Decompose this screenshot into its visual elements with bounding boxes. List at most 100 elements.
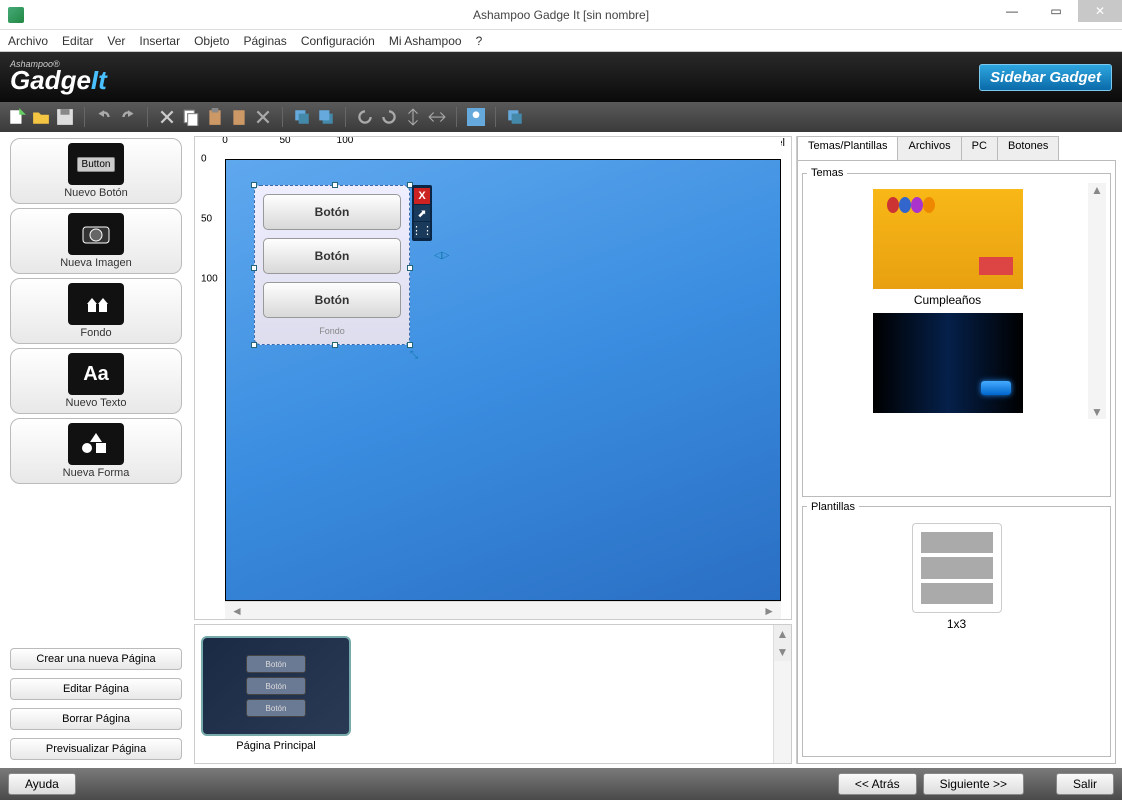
redo-icon[interactable]: [119, 108, 137, 126]
undo-icon[interactable]: [95, 108, 113, 126]
tool-nueva-imagen[interactable]: Nueva Imagen: [10, 208, 182, 274]
shapes-icon: [68, 423, 124, 465]
tab-archivos[interactable]: Archivos: [897, 136, 961, 160]
tab-temas-plantillas[interactable]: Temas/Plantillas: [797, 136, 898, 160]
paste2-icon[interactable]: [230, 108, 248, 126]
user-icon[interactable]: [467, 108, 485, 126]
borrar-pagina-button[interactable]: Borrar Página: [10, 708, 182, 730]
camera-icon: [68, 213, 124, 255]
theme-dark[interactable]: [863, 313, 1033, 413]
tool-label: Nueva Imagen: [15, 257, 177, 269]
siguiente-button[interactable]: Siguiente >>: [923, 773, 1024, 795]
pagestrip-scrollbar[interactable]: ▲▼: [773, 625, 791, 763]
tab-pc[interactable]: PC: [961, 136, 998, 160]
template-label: 1x3: [872, 617, 1042, 631]
text-icon: Aa: [68, 353, 124, 395]
new-icon[interactable]: [8, 108, 26, 126]
menu-configuracion[interactable]: Configuración: [301, 34, 375, 48]
button-icon: Button: [68, 143, 124, 185]
brand-name: Gadge: [10, 65, 91, 95]
menu-objeto[interactable]: Objeto: [194, 34, 229, 48]
paste-icon[interactable]: [206, 108, 224, 126]
tool-label: Nuevo Texto: [15, 397, 177, 409]
gadget-button-2[interactable]: Botón: [263, 238, 401, 274]
delete-icon[interactable]: [254, 108, 272, 126]
tab-botones[interactable]: Botones: [997, 136, 1059, 160]
flip-h-icon[interactable]: [428, 108, 446, 126]
send-back-icon[interactable]: [317, 108, 335, 126]
open-icon[interactable]: [32, 108, 50, 126]
gadget-button-3[interactable]: Botón: [263, 282, 401, 318]
titlebar: Ashampoo Gadge It [sin nombre] — ▭ ✕: [0, 0, 1122, 30]
left-toolbox: Button Nuevo Botón Nueva Imagen Fondo Aa…: [0, 132, 190, 768]
gadget-button-1[interactable]: Botón: [263, 194, 401, 230]
ruler-vertical: 0 50 100: [195, 159, 225, 601]
crear-pagina-button[interactable]: Crear una nueva Página: [10, 648, 182, 670]
maximize-button[interactable]: ▭: [1034, 0, 1078, 22]
fondo-label: Fondo: [263, 326, 401, 336]
canvas-stage[interactable]: Botón Botón Botón Fondo X ⬈ ⋮⋮ ◁▷ ⤡: [225, 159, 781, 601]
house-icon: [68, 283, 124, 325]
atras-button[interactable]: << Atrás: [838, 773, 917, 795]
save-icon[interactable]: [56, 108, 74, 126]
brand-bar: Ashampoo® GadgeIt Sidebar Gadget: [0, 52, 1122, 102]
footer-bar: Ayuda << Atrás Siguiente >> Salir: [0, 768, 1122, 800]
page-thumb-principal[interactable]: Botón Botón Botón: [201, 636, 351, 736]
canvas-scrollbar-h[interactable]: ◄►: [225, 601, 781, 619]
editar-pagina-button[interactable]: Editar Página: [10, 678, 182, 700]
flip-v-icon[interactable]: [404, 108, 422, 126]
menu-help[interactable]: ?: [476, 34, 483, 48]
menu-editar[interactable]: Editar: [62, 34, 93, 48]
expand-selection-icon[interactable]: ⬈: [414, 205, 430, 221]
menu-miashampoo[interactable]: Mi Ashampoo: [389, 34, 462, 48]
canvas-area[interactable]: Pixel 0 50 100 0 50 100 Botón Botón Botó…: [194, 136, 792, 620]
temas-scrollbar[interactable]: ▲▼: [1088, 183, 1106, 419]
selection-control-bar: X ⬈ ⋮⋮: [412, 185, 432, 241]
layers-icon[interactable]: [506, 108, 524, 126]
plantillas-legend: Plantillas: [807, 501, 859, 513]
selected-gadget[interactable]: Botón Botón Botón Fondo: [254, 185, 410, 345]
ruler-horizontal: 0 50 100: [225, 137, 781, 159]
tool-nuevo-texto[interactable]: Aa Nuevo Texto: [10, 348, 182, 414]
brand-logo: Ashampoo® GadgeIt: [10, 59, 107, 96]
menu-paginas[interactable]: Páginas: [243, 34, 286, 48]
tool-label: Fondo: [15, 327, 177, 339]
rotate-right-icon[interactable]: [380, 108, 398, 126]
menu-ver[interactable]: Ver: [107, 34, 125, 48]
resize-h-icon[interactable]: ◁▷: [434, 250, 449, 261]
minimize-button[interactable]: —: [990, 0, 1034, 22]
theme-label: Cumpleaños: [863, 293, 1033, 307]
close-selection-icon[interactable]: X: [414, 188, 430, 204]
toolbar: [0, 102, 1122, 132]
tool-nueva-forma[interactable]: Nueva Forma: [10, 418, 182, 484]
close-button[interactable]: ✕: [1078, 0, 1122, 22]
menubar: Archivo Editar Ver Insertar Objeto Págin…: [0, 30, 1122, 52]
tool-fondo[interactable]: Fondo: [10, 278, 182, 344]
rotate-left-icon[interactable]: [356, 108, 374, 126]
right-panel: Temas/Plantillas Archivos PC Botones Tem…: [796, 136, 1116, 764]
previsualizar-pagina-button[interactable]: Previsualizar Página: [10, 738, 182, 760]
temas-group: Temas Cumpleaños: [802, 167, 1111, 497]
window-title: Ashampoo Gadge It [sin nombre]: [0, 8, 1122, 22]
copy-icon[interactable]: [182, 108, 200, 126]
plantillas-group: Plantillas 1x3: [802, 501, 1111, 757]
salir-button[interactable]: Salir: [1056, 773, 1114, 795]
tool-nuevo-boton[interactable]: Button Nuevo Botón: [10, 138, 182, 204]
page-strip: Botón Botón Botón Página Principal ▲▼: [194, 624, 792, 764]
theme-cumpleanos[interactable]: Cumpleaños: [863, 189, 1033, 307]
unit-label-v: Pixel: [194, 595, 197, 617]
cut-icon[interactable]: [158, 108, 176, 126]
menu-insertar[interactable]: Insertar: [139, 34, 180, 48]
menu-archivo[interactable]: Archivo: [8, 34, 48, 48]
page-thumb-label: Página Principal: [201, 740, 351, 752]
tool-label: Nuevo Botón: [15, 187, 177, 199]
bring-front-icon[interactable]: [293, 108, 311, 126]
brand-suffix: It: [91, 65, 107, 95]
template-1x3[interactable]: 1x3: [872, 523, 1042, 631]
ayuda-button[interactable]: Ayuda: [8, 773, 76, 795]
resize-corner-icon[interactable]: ⤡: [410, 350, 418, 361]
sidebar-gadget-badge: Sidebar Gadget: [979, 64, 1112, 91]
tool-label: Nueva Forma: [15, 467, 177, 479]
drag-selection-icon[interactable]: ⋮⋮: [414, 222, 430, 238]
temas-legend: Temas: [807, 167, 847, 179]
